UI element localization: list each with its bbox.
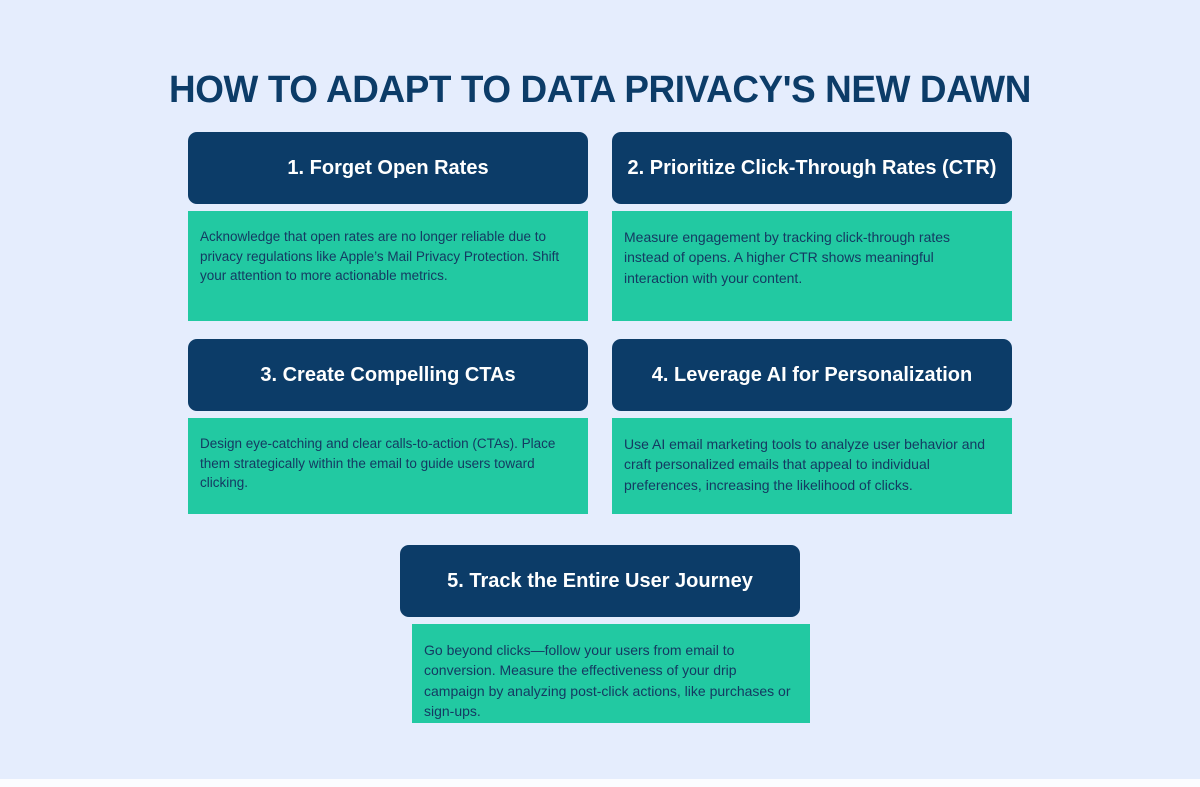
card-3-body-text: Design eye-catching and clear calls-to-a… <box>200 436 556 491</box>
card-3: 3. Create Compelling CTAs Design eye-cat… <box>188 339 588 514</box>
card-2-body: Measure engagement by tracking click-thr… <box>612 211 1012 321</box>
card-2: 2. Prioritize Click-Through Rates (CTR) … <box>612 132 1012 321</box>
card-4: 4. Leverage AI for Personalization Use A… <box>612 339 1012 514</box>
card-1-body-text: Acknowledge that open rates are no longe… <box>200 229 560 284</box>
card-1-header: 1. Forget Open Rates <box>188 132 588 204</box>
card-4-body: Use AI email marketing tools to analyze … <box>612 418 1012 514</box>
card-2-body-text: Measure engagement by tracking click-thr… <box>624 229 951 286</box>
card-4-header: 4. Leverage AI for Personalization <box>612 339 1012 411</box>
card-3-body: Design eye-catching and clear calls-to-a… <box>188 418 588 514</box>
infographic-canvas: HOW TO ADAPT TO DATA PRIVACY'S NEW DAWN … <box>0 0 1200 779</box>
card-5-body: Go beyond clicks—follow your users from … <box>412 624 810 723</box>
card-2-header: 2. Prioritize Click-Through Rates (CTR) <box>612 132 1012 204</box>
page-title: HOW TO ADAPT TO DATA PRIVACY'S NEW DAWN <box>169 69 1031 112</box>
card-1-body: Acknowledge that open rates are no longe… <box>188 211 588 321</box>
card-5-body-text: Go beyond clicks—follow your users from … <box>424 642 791 719</box>
card-3-header: 3. Create Compelling CTAs <box>188 339 588 411</box>
card-5: 5. Track the Entire User Journey Go beyo… <box>400 545 810 723</box>
card-5-header: 5. Track the Entire User Journey <box>400 545 800 617</box>
card-4-body-text: Use AI email marketing tools to analyze … <box>624 436 986 493</box>
card-1: 1. Forget Open Rates Acknowledge that op… <box>188 132 588 321</box>
